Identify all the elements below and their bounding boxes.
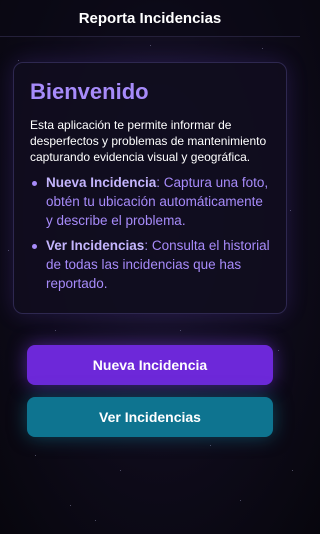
app-title: Reporta Incidencias <box>78 9 222 27</box>
feature-item-ver-incidencias: Ver Incidencias: Consulta el historial d… <box>30 236 272 293</box>
new-incident-button[interactable]: Nueva Incidencia <box>27 345 273 385</box>
view-incidents-button[interactable]: Ver Incidencias <box>27 397 273 437</box>
welcome-card: Bienvenido Esta aplicación te permite in… <box>13 62 287 314</box>
feature-item-nueva-incidencia: Nueva Incidencia: Captura una foto, obté… <box>30 173 272 230</box>
welcome-description: Esta aplicación te permite informar de d… <box>30 118 267 164</box>
feature-name: Ver Incidencias <box>46 238 145 253</box>
feature-name: Nueva Incidencia <box>46 175 157 190</box>
bullet-icon <box>32 181 37 186</box>
app-header: Reporta Incidencias <box>0 0 300 37</box>
feature-list: Nueva Incidencia: Captura una foto, obté… <box>30 173 272 293</box>
bullet-icon <box>32 244 37 249</box>
welcome-title: Bienvenido <box>30 79 149 104</box>
